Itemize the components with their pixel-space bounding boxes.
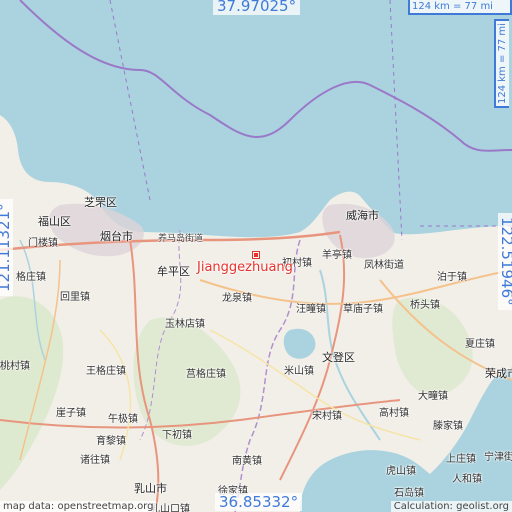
scale-bar-vertical: 124 km = 77 mi — [494, 19, 509, 108]
map-view[interactable]: 芝罘区 福山区 烟台市 门楼镇 格庄镇 回里镇 桃村镇 王格庄镇 崖子镇 午极镇… — [0, 0, 512, 512]
place-longquan: 龙泉镇 — [222, 293, 252, 304]
place-rushan: 乳山市 — [134, 482, 167, 495]
place-jiwei: 人和镇 — [452, 474, 482, 485]
coord-top-latitude: 37.97025° — [213, 0, 301, 15]
place-yangting: 羊亭镇 — [322, 250, 352, 261]
place-songcun: 宋村镇 — [312, 411, 342, 422]
place-yangma: 养马岛街道 — [158, 234, 204, 244]
place-wujishan: 午极镇 — [108, 414, 138, 425]
place-boyu: 泊于镇 — [437, 272, 467, 283]
coord-bottom-latitude: 36.85332° — [215, 493, 303, 511]
place-nanhuang: 南黄镇 — [232, 456, 262, 467]
place-taocun: 桃村镇 — [0, 361, 30, 372]
place-menlou: 门楼镇 — [28, 238, 58, 249]
place-rongcheng: 荣成市 — [485, 367, 512, 380]
calculation-credit[interactable]: Calculation: geolist.org — [390, 501, 512, 512]
place-caomiao: 草庙子镇 — [343, 304, 383, 315]
place-renhe: 宁津街道 — [484, 452, 512, 463]
place-xiazhuang: 夏庄镇 — [465, 339, 495, 350]
place-gezhuang: 格庄镇 — [16, 272, 46, 283]
place-zhujia: 诸往镇 — [80, 455, 110, 466]
place-fenglin: 凤林街道 — [364, 260, 404, 271]
place-wendeng: 文登区 — [322, 351, 355, 364]
place-shidao: 石岛镇 — [394, 488, 424, 499]
place-fushan: 福山区 — [38, 215, 71, 228]
coord-left-longitude: 121.11321° — [0, 199, 13, 296]
place-hushan: 虎山镇 — [386, 466, 416, 477]
place-yazi: 崖子镇 — [56, 408, 86, 419]
scale-bar-horizontal: 124 km = 77 mi — [408, 0, 512, 15]
place-mishan: 米山镇 — [284, 366, 314, 377]
place-weihai: 威海市 — [346, 209, 379, 222]
place-xiachu: 下初镇 — [162, 430, 192, 441]
place-yulin: 育黎镇 — [96, 436, 126, 447]
place-wangge: 王格庄镇 — [86, 366, 126, 377]
map-attribution[interactable]: map data: openstreetmap.org — [0, 501, 157, 512]
place-gaocun: 高村镇 — [379, 408, 409, 419]
marker-label: Jianggezhuang — [197, 260, 293, 275]
location-marker-icon[interactable] — [252, 251, 260, 259]
place-shangzhuang: 上庄镇 — [446, 454, 476, 465]
place-dashu: 大疃镇 — [418, 391, 448, 402]
place-wangtuan: 汪疃镇 — [296, 304, 326, 315]
place-muping: 牟平区 — [157, 265, 190, 278]
place-jiangge: 莒格庄镇 — [186, 369, 226, 380]
coord-right-longitude: 122.51946° — [498, 213, 512, 310]
place-yantai: 烟台市 — [100, 230, 133, 243]
place-zhifu: 芝罘区 — [84, 196, 117, 209]
place-yulindian: 玉林店镇 — [165, 319, 205, 330]
place-qiaotou: 桥头镇 — [410, 300, 440, 311]
place-tengjia: 滕家镇 — [433, 421, 463, 432]
place-huishan: 回里镇 — [60, 292, 90, 303]
